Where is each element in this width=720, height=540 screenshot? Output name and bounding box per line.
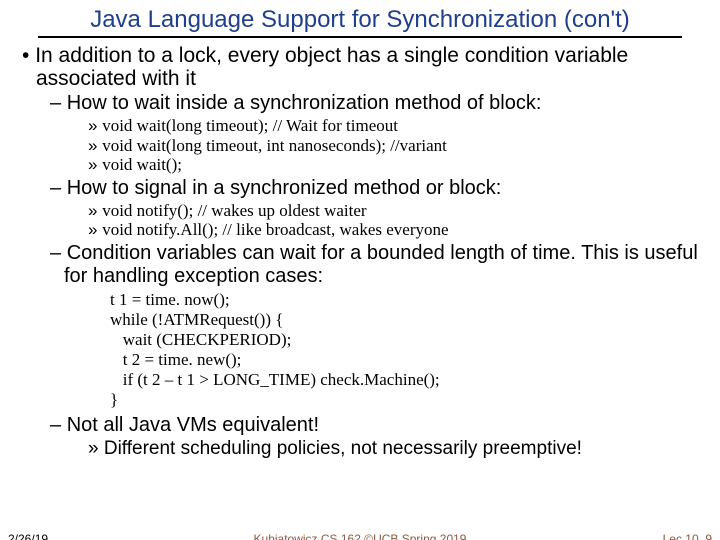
content-list: In addition to a lock, every object has … <box>10 44 710 288</box>
code-signal-1: void notify(); // wakes up oldest waiter <box>10 201 710 221</box>
bullet-signal-intro: How to signal in a synchronized method o… <box>10 177 710 200</box>
bullet-vm-sub: Different scheduling policies, not neces… <box>10 438 710 461</box>
slide-title: Java Language Support for Synchronizatio… <box>10 6 710 34</box>
code-signal-2: void notify.All(); // like broadcast, wa… <box>10 220 710 240</box>
content-list-2: Not all Java VMs equivalent! Different s… <box>10 414 710 461</box>
code-wait-3: void wait(); <box>10 155 710 175</box>
code-wait-1: void wait(long timeout); // Wait for tim… <box>10 116 710 136</box>
bullet-intro: In addition to a lock, every object has … <box>10 44 710 90</box>
footer-page: Lec 10. 9 <box>663 532 712 540</box>
bullet-cond-intro: Condition variables can wait for a bound… <box>10 242 710 288</box>
code-block: t 1 = time. now(); while (!ATMRequest())… <box>10 290 710 410</box>
slide: Java Language Support for Synchronizatio… <box>0 0 720 540</box>
title-underline <box>38 36 682 38</box>
code-wait-2: void wait(long timeout, int nanoseconds)… <box>10 136 710 156</box>
bullet-wait-intro: How to wait inside a synchronization met… <box>10 92 710 115</box>
bullet-vm-note: Not all Java VMs equivalent! <box>10 414 710 437</box>
footer-course: Kubiatowicz CS 162 ©UCB Spring 2019 <box>0 532 720 540</box>
